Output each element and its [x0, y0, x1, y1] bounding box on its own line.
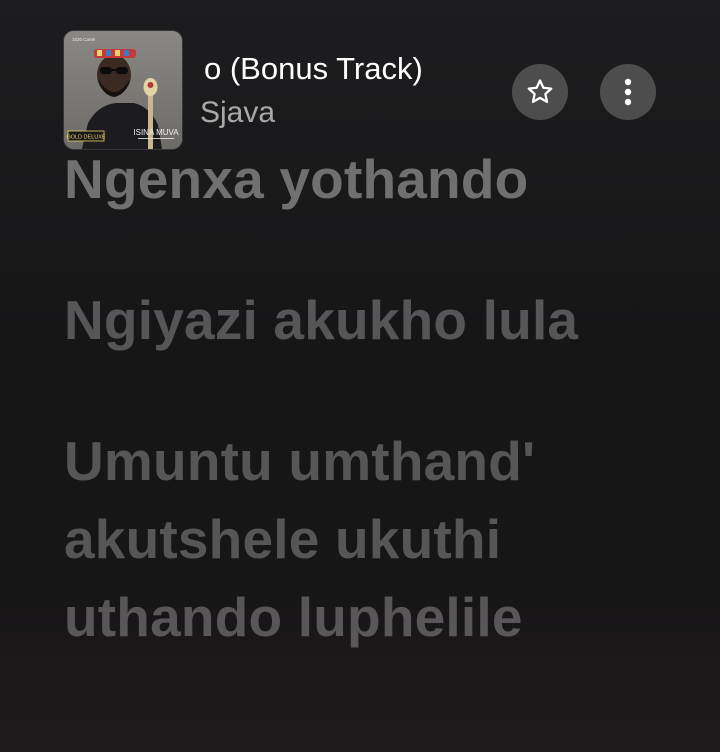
album-artwork[interactable]: GOLD DELUXE ISINA MUVA 1020 Cartel	[64, 31, 182, 149]
song-artist[interactable]: Sjava	[200, 95, 275, 131]
album-artwork-image: GOLD DELUXE ISINA MUVA 1020 Cartel	[64, 31, 182, 149]
artwork-album-text: ISINA MUVA	[133, 128, 179, 137]
favorite-button[interactable]	[512, 64, 568, 120]
song-title: o (Bonus Track)	[204, 51, 423, 86]
lyric-line[interactable]: Umuntu umthand' akutshele ukuthi uthando…	[64, 422, 684, 656]
now-playing-header: GOLD DELUXE ISINA MUVA 1020 Cartel o (Bo…	[64, 31, 656, 151]
lyric-line[interactable]: Ngenxa yothando	[64, 140, 684, 218]
artwork-label-text: 1020 Cartel	[72, 37, 95, 42]
star-outline-icon	[527, 79, 553, 103]
vertical-ellipsis-icon	[624, 78, 632, 106]
more-options-button[interactable]	[600, 64, 656, 120]
lyrics-view[interactable]: Ngenxa yothando Ngiyazi akukho lula Umun…	[64, 140, 684, 719]
lyric-line[interactable]: Ngiyazi akukho lula	[64, 281, 684, 359]
